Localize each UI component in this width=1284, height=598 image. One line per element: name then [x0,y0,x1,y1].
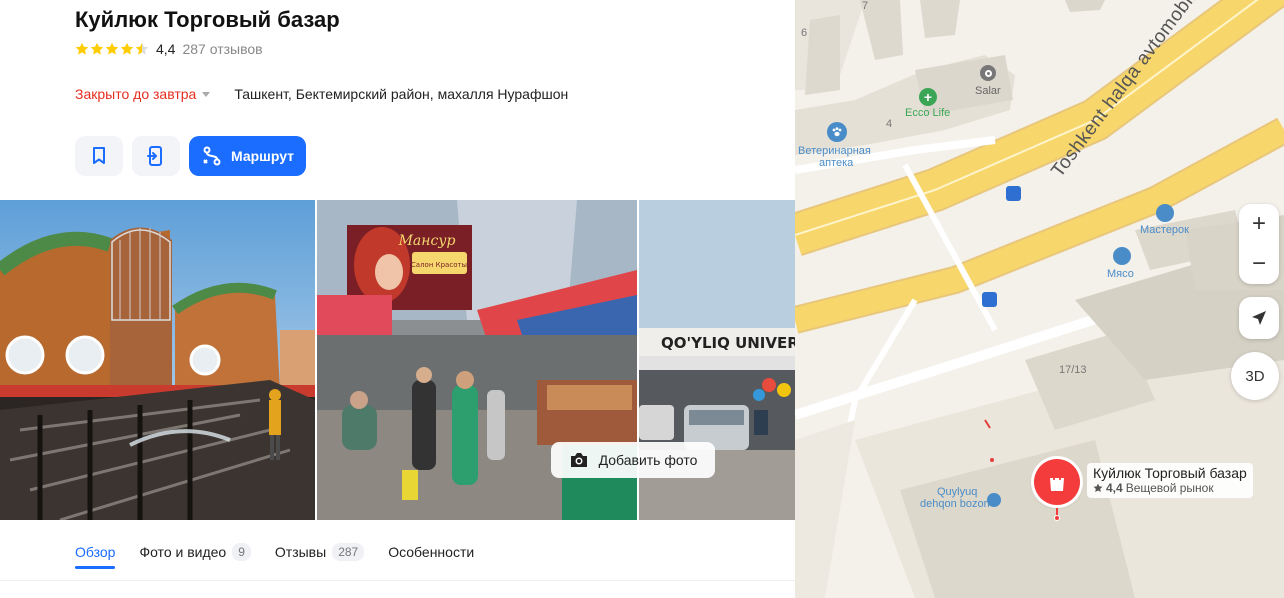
paw-icon[interactable] [827,122,847,142]
map-label-vet-line2[interactable]: аптека [819,157,853,169]
market-icon[interactable] [987,493,1001,507]
status-row: Закрыто до завтра Ташкент, Бектемирский … [75,86,568,102]
tabs: Обзор Фото и видео 9 Отзывы 287 Особенно… [75,538,474,569]
geolocation-button[interactable] [1239,297,1279,339]
rating-value: 4,4 [156,41,176,57]
zoom-in-button[interactable]: + [1239,204,1279,244]
map-label-ecco[interactable]: Ecco Life [905,107,950,119]
map-label-building-17-13: 17/13 [1059,364,1087,376]
bus-stop-icon[interactable] [982,292,997,307]
bus-stop-icon[interactable] [1006,186,1021,201]
map-label-market-line2[interactable]: dehqon bozori [920,498,990,510]
pin-category: Вещевой рынок [1125,481,1214,495]
map[interactable]: Toshkent halqa avtomobil 7 6 4 Salar + E… [795,0,1284,598]
pharmacy-cross-icon[interactable]: + [919,88,937,106]
map-label-salar[interactable]: Salar [975,85,1001,97]
pin-subtitle: 4,4 Вещевой рынок [1093,481,1247,495]
salar-pin-icon[interactable] [980,65,996,81]
map-label-building-7: 7 [862,0,869,12]
divider [0,580,795,581]
pin-card[interactable]: Куйлюк Торговый базар 4,4 Вещевой рынок [1087,463,1253,498]
address: Ташкент, Бектемирский район, махалля Нур… [234,86,569,102]
pin-dot [1054,515,1060,521]
universal-sign: QO'YLIQ UNIVERSAL [661,334,795,352]
place-title: Куйлюк Торговый базар [75,7,340,32]
send-to-phone-button[interactable] [132,136,180,176]
pin-title: Куйлюк Торговый базар [1093,465,1247,481]
tab-reviews[interactable]: Отзывы 287 [274,538,365,566]
photo-market-exterior[interactable] [0,200,315,520]
tab-label: Обзор [75,544,116,560]
map-label-market-line1[interactable]: Quylyuq [937,486,977,498]
tab-badge: 9 [232,543,251,561]
chevron-down-icon [202,91,211,97]
shopping-bag-icon[interactable] [1156,204,1174,222]
star-icon [90,42,104,55]
salon-sign-sub: Салон Красоты [411,261,467,269]
3d-button[interactable]: 3D [1231,352,1279,400]
place-pin[interactable] [1034,459,1080,505]
route-label: Маршрут [231,148,295,164]
star-icon [1093,483,1103,492]
action-buttons: Маршрут [75,136,307,176]
place-panel: Куйлюк Торговый базар 4,4 287 отзывов За… [0,0,795,598]
tab-label: Особенности [388,544,475,560]
star-icon [75,42,89,55]
add-photo-button[interactable]: Добавить фото [551,442,715,478]
route-icon [203,146,221,166]
pin-rating: 4,4 [1106,481,1123,495]
map-label-vet-line1[interactable]: Ветеринарная [798,145,871,157]
star-icon [120,42,134,55]
bookmark-button[interactable] [75,136,123,176]
camera-icon [570,453,587,467]
hours-dropdown[interactable]: Закрыто до завтра [75,86,211,102]
salon-sign: Мансур [398,233,456,249]
star-icon [105,42,119,55]
location-arrow-icon [1252,311,1266,325]
rating-stars [75,42,149,56]
route-button[interactable]: Маршрут [189,136,307,176]
reviews-link[interactable]: 287 отзывов [182,41,262,57]
bookmark-icon [93,147,105,164]
rating-row: 4,4 287 отзывов [75,41,263,57]
grocery-basket-icon[interactable] [1113,247,1131,265]
map-label-myaso[interactable]: Мясо [1107,268,1134,280]
tab-overview[interactable]: Обзор [75,538,116,569]
tab-badge: 287 [332,543,365,561]
tab-label: Отзывы [274,544,327,560]
map-label-building-4: 4 [886,118,893,130]
zoom-out-button[interactable]: − [1239,244,1279,284]
add-photo-label: Добавить фото [598,452,698,468]
hours-status: Закрыто до завтра [75,86,197,102]
phone-send-icon [147,146,162,166]
tab-label: Фото и видео [139,544,227,560]
map-label-masterok[interactable]: Мастерок [1140,224,1189,236]
zoom-controls: + − [1239,204,1279,284]
map-canvas [795,0,1284,598]
tab-features[interactable]: Особенности [388,538,474,566]
tab-photos[interactable]: Фото и видео 9 [139,538,251,566]
shopping-bag-icon [1050,473,1064,491]
map-label-building-6: 6 [801,27,808,39]
half-star-icon [135,42,149,55]
